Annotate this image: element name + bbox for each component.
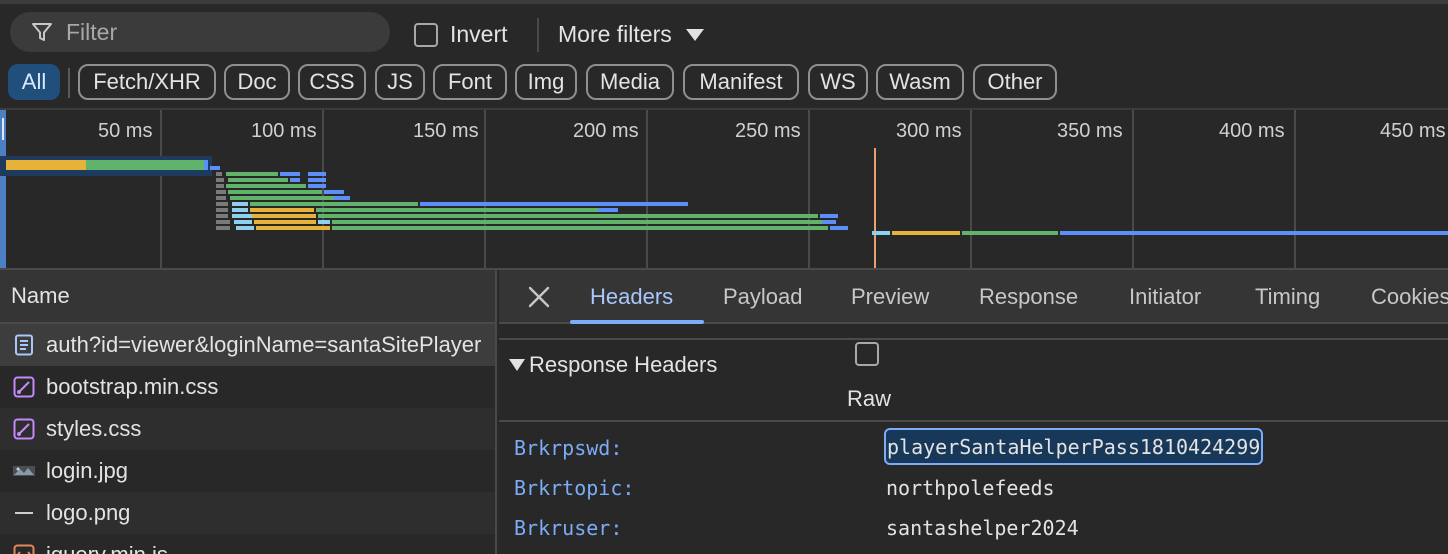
filter-placeholder: Filter: [66, 18, 118, 45]
filter-input[interactable]: Filter: [10, 12, 390, 52]
request-name: auth?id=viewer&loginName=santaSitePlayer: [46, 332, 482, 357]
response-headers-title: Response Headers: [529, 352, 718, 377]
invert-label: Invert: [450, 21, 508, 47]
raw-checkbox[interactable]: [855, 342, 879, 366]
request-row[interactable]: styles.css: [0, 408, 495, 450]
type-filter-css[interactable]: CSS: [298, 64, 366, 100]
type-filter-all[interactable]: All: [8, 64, 60, 100]
waterfall-segment-tail: [210, 166, 220, 170]
type-filter-js[interactable]: JS: [375, 64, 425, 100]
tab-timing[interactable]: Timing: [1255, 284, 1320, 310]
tab-cookies[interactable]: Cookies: [1371, 284, 1448, 310]
more-filters-label: More filters: [558, 21, 672, 47]
name-column-header[interactable]: Name: [0, 270, 495, 324]
request-list: Name auth?id=viewer&loginName=santaSiteP…: [0, 270, 497, 554]
overview-tick-label: 400 ms: [1219, 120, 1285, 142]
request-row[interactable]: bootstrap.min.css: [0, 366, 495, 408]
type-filter-fetch-xhr[interactable]: Fetch/XHR: [78, 64, 216, 100]
dropdown-arrow-icon: [685, 28, 704, 41]
request-name: bootstrap.min.css: [46, 374, 219, 399]
request-row[interactable]: logo.png: [0, 492, 495, 534]
image-thumbnail-icon: [12, 459, 36, 483]
raw-label: Raw: [847, 386, 892, 411]
response-headers-toggle[interactable]: Response Headers: [509, 352, 717, 378]
overview-tick-label: 350 ms: [1057, 120, 1123, 142]
waterfall-subresource-bars: [216, 172, 848, 230]
expand-triangle-icon: [509, 359, 525, 371]
tab-response[interactable]: Response: [979, 284, 1078, 310]
name-column-label: Name: [11, 283, 70, 308]
overview-tick-label: 200 ms: [573, 120, 639, 142]
more-filters-dropdown[interactable]: More filters: [558, 21, 704, 48]
toolbar-divider: [537, 18, 539, 52]
type-filter-other[interactable]: Other: [973, 64, 1057, 100]
resource-type-filters: All Fetch/XHR Doc CSS JS Font Img Media …: [0, 64, 1448, 108]
network-overview-timeline[interactable]: 50 ms 100 ms 150 ms 200 ms 250 ms 300 ms…: [0, 108, 1448, 270]
overview-tick-label: 300 ms: [896, 120, 962, 142]
waterfall-segment-download: [86, 160, 204, 170]
request-row[interactable]: login.jpg: [0, 450, 495, 492]
type-filter-doc[interactable]: Doc: [224, 64, 290, 100]
invert-checkbox[interactable]: [414, 22, 438, 47]
type-filter-wasm[interactable]: Wasm: [876, 64, 964, 100]
waterfall-segment-end: [204, 160, 208, 170]
request-details-panel: Headers Payload Preview Response Initiat…: [499, 270, 1448, 554]
type-filter-ws[interactable]: WS: [808, 64, 868, 100]
type-filter-img[interactable]: Img: [515, 64, 577, 100]
overview-tick-label: 150 ms: [413, 120, 479, 142]
response-headers-section: Response Headers Raw: [499, 340, 1448, 422]
stylesheet-icon: [12, 417, 36, 441]
image-placeholder-icon: [12, 501, 36, 525]
type-filter-font[interactable]: Font: [433, 64, 507, 100]
header-key: Brkrtopic:: [514, 476, 635, 500]
header-row: Brkrtopic: northpolefeeds: [499, 468, 1448, 508]
close-details-icon[interactable]: [527, 285, 551, 309]
request-row[interactable]: auth?id=viewer&loginName=santaSitePlayer: [0, 324, 495, 366]
type-filter-divider: [68, 68, 70, 98]
request-name: styles.css: [46, 416, 142, 441]
header-row: Brkrpswd: playerSantaHelperPass181042429…: [499, 428, 1448, 468]
header-key: Brkrpswd:: [514, 436, 623, 460]
waterfall-late-request: [872, 231, 1448, 235]
request-name: login.jpg: [46, 458, 128, 483]
document-icon: [12, 333, 36, 357]
type-filter-media[interactable]: Media: [586, 64, 674, 100]
request-name: logo.png: [46, 500, 131, 525]
collapsed-section-strip: [499, 324, 1448, 340]
header-value[interactable]: santashelper2024: [886, 516, 1079, 540]
overview-tick-label: 50 ms: [98, 120, 153, 142]
tab-initiator[interactable]: Initiator: [1129, 284, 1201, 310]
type-filter-manifest[interactable]: Manifest: [683, 64, 799, 100]
header-value-selected[interactable]: playerSantaHelperPass1810424299: [883, 428, 1264, 465]
overview-tick-label: 450 ms: [1380, 120, 1446, 142]
request-row[interactable]: jquery.min.js: [0, 534, 495, 554]
stylesheet-icon: [12, 375, 36, 399]
invert-toggle[interactable]: Invert: [414, 21, 508, 48]
request-name: jquery.min.js: [46, 542, 168, 554]
header-key: Brkruser:: [514, 516, 623, 540]
handle-grip: [2, 118, 4, 140]
tab-headers[interactable]: Headers: [590, 284, 673, 310]
details-tab-bar: Headers Payload Preview Response Initiat…: [499, 270, 1448, 324]
waterfall-segment-waiting: [6, 160, 86, 170]
header-value[interactable]: northpolefeeds: [886, 476, 1055, 500]
filter-toolbar: Filter Invert More filters: [0, 0, 1448, 64]
overview-tick-label: 250 ms: [735, 120, 801, 142]
tab-preview[interactable]: Preview: [851, 284, 929, 310]
script-icon: [12, 543, 36, 554]
filter-funnel-icon: [32, 23, 52, 41]
tab-payload[interactable]: Payload: [723, 284, 803, 310]
overview-tick-label: 100 ms: [251, 120, 317, 142]
header-row: Brkruser: santashelper2024: [499, 508, 1448, 548]
